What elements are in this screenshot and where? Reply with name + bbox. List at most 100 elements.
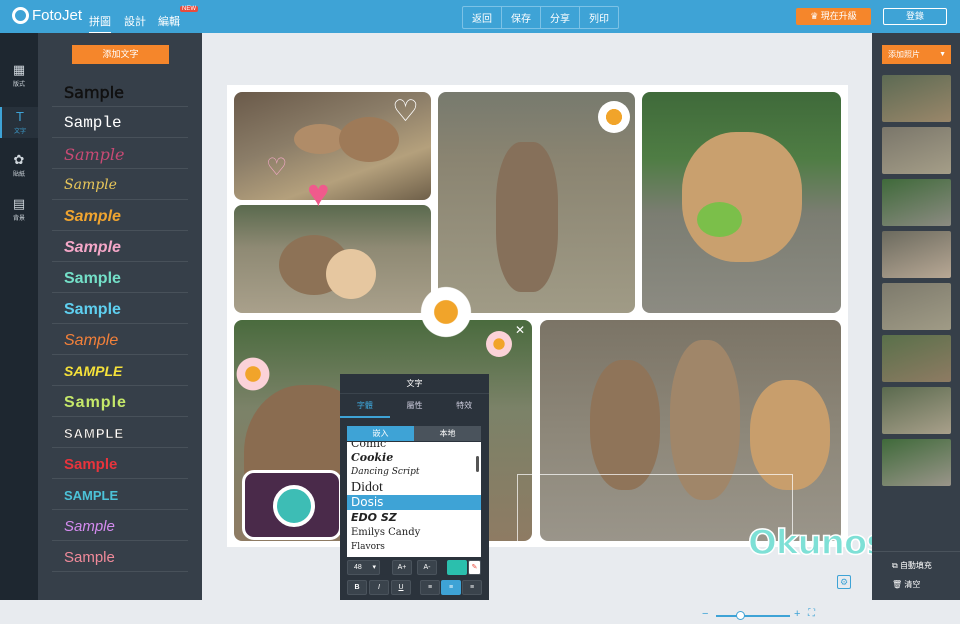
fotojet-logo[interactable]: FotoJet [12,7,82,24]
text-sample-16[interactable]: Sample [52,543,188,572]
photo-thumbnail[interactable] [882,283,951,330]
text-sample-2[interactable]: Sample [52,109,188,138]
text-sample-3[interactable]: Sample [52,140,188,169]
text-sample-12[interactable]: SAMPLE [52,419,188,448]
text-sample-1[interactable]: Sample [52,78,188,107]
photo-cell-1[interactable]: ♡ ♡ [234,92,431,200]
font-size-increase-button[interactable]: A+ [392,560,412,575]
daisy-sticker [417,283,475,341]
rail-item-background[interactable]: ▤ 背景 [0,196,38,223]
divider [872,551,960,552]
zoom-out-icon[interactable]: − [702,608,708,620]
font-source-toggle: 嵌入 本地 [347,426,481,441]
font-list-scrollbar[interactable] [476,456,479,472]
tab-effects[interactable]: 特效 [439,394,489,418]
text-sample-10[interactable]: SAMPLE [52,357,188,386]
align-right-icon[interactable]: ≡ [462,580,482,595]
zoom-slider-handle[interactable] [736,611,745,620]
top-bar: FotoJet 拼圖 設計 編輯 NEW 返回 保存 分享 列印 ♛ 現在升級 … [0,0,960,34]
nav-tab-edit[interactable]: 編輯 [158,13,180,29]
font-item[interactable]: Comic [347,442,481,450]
daisy-sticker [598,101,630,133]
nav-tab-design[interactable]: 設計 [124,13,146,29]
rabbit-shape [496,142,558,292]
text-sample-15[interactable]: Sample [52,512,188,541]
font-item[interactable]: EDO SZ [347,510,481,525]
bold-button[interactable]: B [347,580,367,595]
photo-thumbnail[interactable] [882,387,951,434]
autofill-icon: ⧉ [892,561,900,570]
font-item-selected[interactable]: Dosis [347,495,481,510]
photo-thumbnail[interactable] [882,75,951,122]
add-photo-label: 添加照片 [888,50,920,59]
text-sample-13[interactable]: Sample [52,450,188,479]
tab-properties[interactable]: 屬性 [390,394,440,418]
photo-cell-4[interactable] [642,92,841,313]
font-list[interactable]: Comic Cookie Dancing Script Didot Dosis … [347,442,481,557]
photo-cell-2[interactable] [234,205,431,313]
font-item[interactable]: Cookie [347,450,481,465]
upgrade-button[interactable]: ♛ 現在升級 [796,8,871,25]
text-sample-8[interactable]: Sample [52,295,188,324]
background-icon: ▤ [12,196,26,211]
text-sample-7[interactable]: Sample [52,264,188,293]
photo-thumbnail[interactable] [882,179,951,226]
text-sample-11[interactable]: Sample [52,388,188,417]
nav-tab-design-label: 設計 [124,16,146,28]
font-size-select[interactable]: 48 ▾ [347,560,380,575]
photo-thumbnail[interactable] [882,231,951,278]
photo-thumbnail[interactable] [882,335,951,382]
photo-thumbnail[interactable] [882,439,951,486]
color-picker-icon[interactable]: ✎ [468,560,481,575]
back-button[interactable]: 返回 [463,7,502,28]
tab-local[interactable]: 本地 [414,426,481,441]
tab-font[interactable]: 字體 [340,394,390,418]
text-sample-5[interactable]: Sample [52,202,188,231]
popup-tabs: 字體 屬性 特效 [340,394,489,418]
pink-flower-sticker [486,331,512,357]
rail-item-label: 版式 [12,82,25,88]
autofill-button[interactable]: ⧉ 自動填充 [892,560,932,571]
login-button[interactable]: 登錄 [883,8,947,25]
text-sample-9[interactable]: Sample [52,326,188,355]
underline-button[interactable]: U [391,580,411,595]
align-center-icon[interactable]: ≡ [441,580,461,595]
tab-embedded[interactable]: 嵌入 [347,426,414,441]
heart-outline-icon: ♡ [266,154,288,181]
rabbit-shape [682,132,802,262]
rail-item-text[interactable]: T 文字 [0,107,38,138]
rail-item-clipart[interactable]: ✿ 貼紙 [0,153,38,179]
font-size-decrease-button[interactable]: A- [417,560,437,575]
pink-heart-icon: ♥ [307,173,330,215]
settings-gear-icon[interactable]: ⚙ [837,575,851,589]
new-badge: NEW [180,6,198,12]
fit-screen-icon[interactable]: ⛶ [808,608,815,619]
align-left-icon[interactable]: ≡ [420,580,440,595]
brand-name: FotoJet [32,7,83,24]
text-sample-14[interactable]: SAMPLE [52,481,188,510]
rabbit-shape [590,360,660,490]
print-button[interactable]: 列印 [580,7,618,28]
zoom-in-icon[interactable]: + [794,608,800,620]
font-item[interactable]: Didot [347,480,481,495]
clear-button[interactable]: 🗑 清空 [892,579,920,590]
rail-item-layout[interactable]: ▦ 版式 [0,63,38,89]
add-photo-button[interactable]: 添加照片 ▼ [882,45,951,64]
save-button[interactable]: 保存 [502,7,541,28]
text-sample-6[interactable]: Sample [52,233,188,262]
font-item[interactable]: Dancing Script [347,465,481,480]
italic-button[interactable]: I [369,580,389,595]
font-item[interactable]: Flavors [347,540,481,555]
rail-item-label: 文字 [13,129,26,135]
close-icon[interactable]: ✕ [515,323,525,337]
leaf-shape [697,202,742,237]
zoom-slider-track[interactable] [716,615,790,617]
share-button[interactable]: 分享 [541,7,580,28]
photo-thumbnail[interactable] [882,127,951,174]
zoom-control: − + ⛶ [702,608,822,624]
add-text-button[interactable]: 添加文字 [72,45,169,64]
text-sample-4[interactable]: Sample [52,171,188,200]
text-color-swatch[interactable] [447,560,467,575]
font-item[interactable]: Emilys Candy [347,525,481,540]
nav-tab-collage[interactable]: 拼圖 [89,13,111,34]
